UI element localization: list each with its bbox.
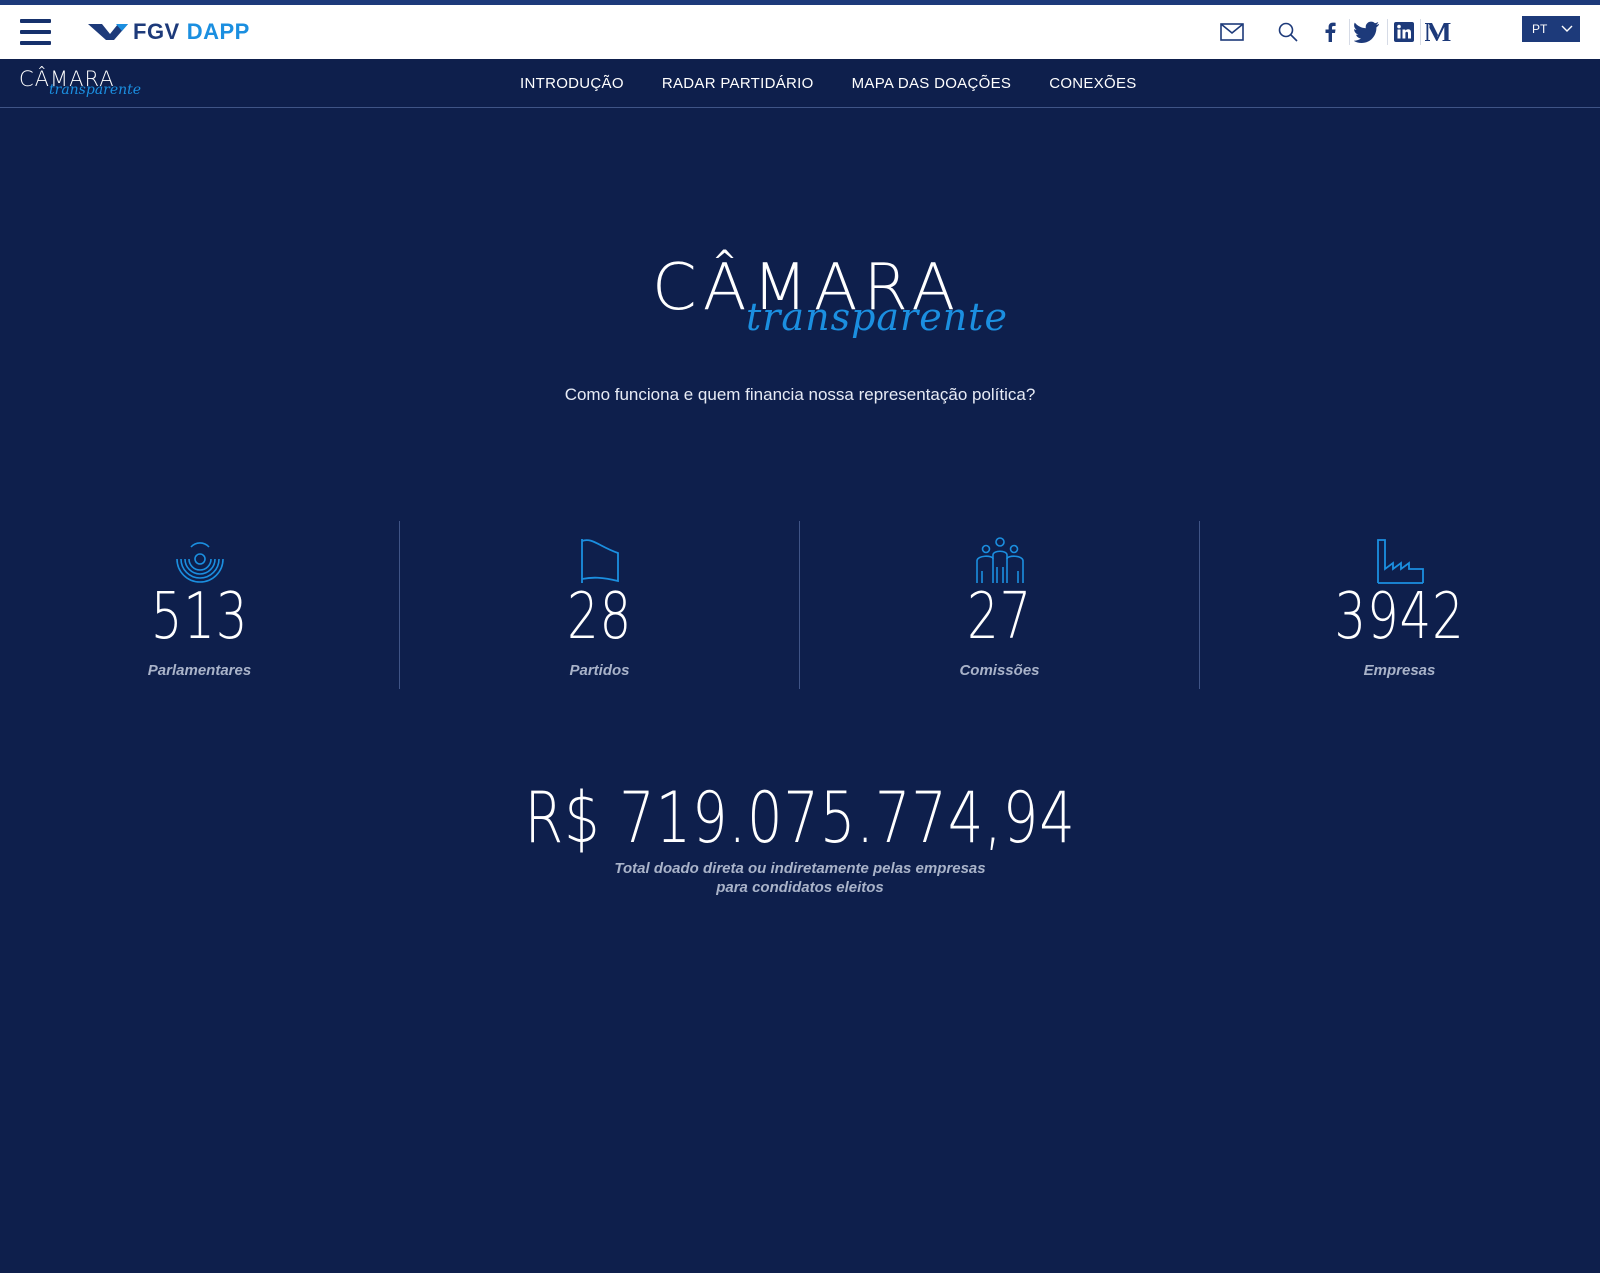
logo-script-text: transparente: [49, 82, 142, 98]
stat-value: 3942: [1334, 580, 1465, 654]
language-selector[interactable]: PT: [1522, 16, 1580, 42]
brand-fgv-text: FGV: [133, 19, 180, 44]
hero-logo: CÂMARA transparente: [600, 256, 1007, 356]
stat-label: Empresas: [1363, 662, 1436, 679]
linkedin-icon[interactable]: [1392, 17, 1416, 47]
hero-title-script: transparente: [746, 295, 1008, 339]
nav-item-conexoes[interactable]: CONEXÕES: [1049, 75, 1136, 92]
fgv-dapp-logo[interactable]: FGV DAPP: [88, 19, 250, 45]
nav-item-radar-partidario[interactable]: RADAR PARTIDÁRIO: [662, 75, 814, 92]
stat-value: 27: [966, 580, 1033, 654]
stat-value: 513: [150, 580, 249, 654]
section-navbar: CÂMARA transparente INTRODUÇÃO RADAR PAR…: [0, 59, 1600, 108]
total-description-line: para condidatos eleitos: [716, 879, 884, 896]
people-group-icon: [975, 537, 1024, 583]
stats-row: 513 Parlamentares 28 Partidos 27 Comissõ…: [0, 521, 1600, 689]
stat-label: Partidos: [569, 662, 630, 679]
stat-label: Parlamentares: [147, 662, 252, 679]
total-description-line: Total doado direta ou indiretamente pela…: [614, 860, 986, 877]
language-code: PT: [1532, 22, 1548, 36]
chevron-down-icon: [1561, 25, 1573, 32]
fgv-chevron-icon: [88, 24, 128, 40]
total-donations-value: R$ 719.075.774,94: [524, 777, 1076, 859]
radar-icon: [175, 542, 224, 583]
search-icon[interactable]: [1275, 17, 1301, 47]
menu-icon[interactable]: [20, 19, 51, 45]
nav-item-introducao[interactable]: INTRODUÇÃO: [520, 75, 624, 92]
social-separator: [1387, 19, 1388, 45]
facebook-icon[interactable]: [1320, 17, 1340, 47]
stat-value: 28: [566, 580, 633, 654]
nav-item-mapa-das-doacoes[interactable]: MAPA DAS DOAÇÕES: [852, 75, 1012, 92]
brand-dapp-text: DAPP: [186, 19, 250, 44]
factory-icon: [1376, 539, 1424, 584]
stat-label: Comissões: [959, 662, 1040, 679]
camara-transparente-small-logo[interactable]: CÂMARA transparente: [19, 67, 142, 105]
twitter-icon[interactable]: [1352, 17, 1382, 47]
medium-icon[interactable]: [1424, 17, 1452, 47]
mail-icon[interactable]: [1218, 17, 1246, 47]
hero-subtitle: Como funciona e quem financia nossa repr…: [564, 385, 1036, 404]
nav-menu: INTRODUÇÃO RADAR PARTIDÁRIO MAPA DAS DOA…: [520, 59, 1175, 107]
total-donations: R$ 719.075.774,94 Total doado direta ou …: [0, 780, 1600, 897]
stat-partidos: 28 Partidos: [400, 521, 799, 689]
flag-icon: [580, 539, 619, 583]
stat-parlamentares: 513 Parlamentares: [0, 521, 399, 689]
stat-empresas: 3942 Empresas: [1200, 521, 1599, 689]
stat-comissoes: 27 Comissões: [800, 521, 1199, 689]
top-bar: FGV DAPP PT: [0, 5, 1600, 59]
total-donations-description: Total doado direta ou indiretamente pela…: [0, 859, 1600, 897]
social-separator: [1349, 19, 1350, 45]
social-separator: [1420, 19, 1421, 45]
